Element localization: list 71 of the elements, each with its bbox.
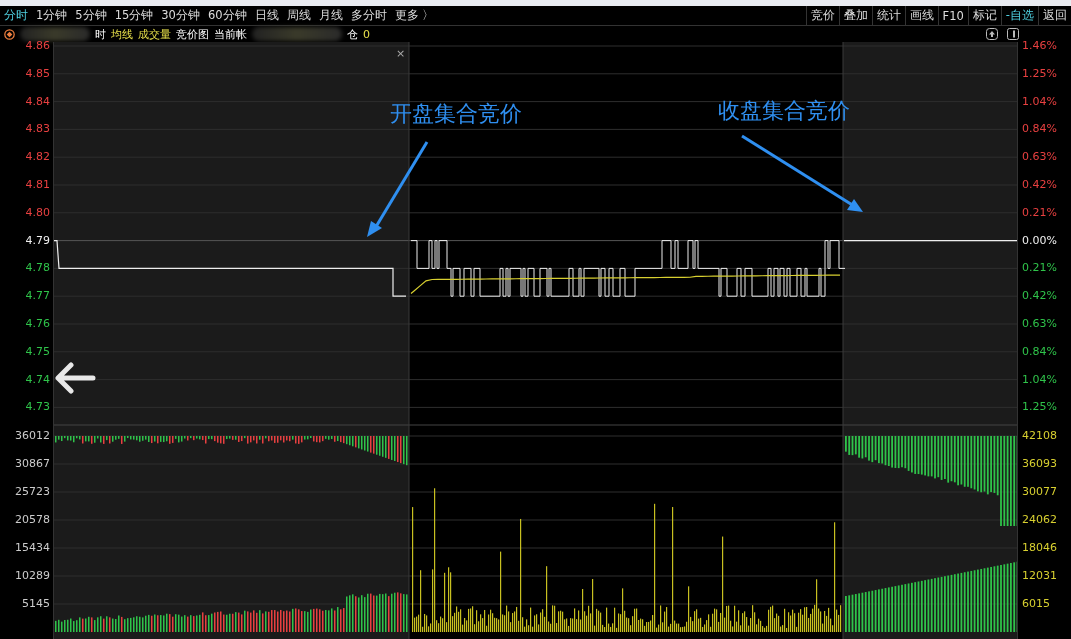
period-tab[interactable]: 1分钟 <box>32 8 72 24</box>
price-label: 4.85 <box>25 67 50 80</box>
toolbar-button[interactable]: 竞价 <box>805 5 839 26</box>
percent-label: 0.00% <box>1022 234 1057 247</box>
price-label: 4.77 <box>25 290 50 303</box>
percent-label: 0.42% <box>1022 179 1057 191</box>
period-tab[interactable]: 月线 <box>314 8 347 24</box>
period-tab[interactable]: 分时 <box>0 8 32 24</box>
price-label: 4.73 <box>25 401 50 414</box>
chart-option[interactable]: 成交量 <box>138 26 171 42</box>
percent-label: 1.04% <box>1022 373 1057 386</box>
price-label: 4.76 <box>25 318 50 330</box>
price-label: 4.81 <box>25 179 50 191</box>
volume-label: 20578 <box>15 514 50 526</box>
price-label: 4.80 <box>25 206 50 219</box>
price-label: 4.83 <box>25 123 50 136</box>
percent-label: 0.21% <box>1022 262 1057 275</box>
period-tab[interactable]: 15分钟 <box>110 8 158 24</box>
volume-label: 30867 <box>15 458 50 470</box>
close-button[interactable]: × <box>396 47 406 60</box>
toolbar-button[interactable]: 叠加 <box>838 5 872 26</box>
percent-label: 0.84% <box>1022 345 1057 358</box>
chart-option[interactable]: 时 <box>95 26 106 42</box>
volume-label: 18046 <box>1022 542 1057 554</box>
price-label: 4.86 <box>25 40 50 52</box>
annotation-text: 开盘集合竞价 <box>390 100 522 128</box>
period-tab[interactable]: 多分时 <box>346 8 391 24</box>
percent-label: 0.84% <box>1022 123 1057 136</box>
volume-label: 42108 <box>1022 430 1057 442</box>
price-label: 4.84 <box>25 95 50 108</box>
period-tab[interactable]: 30分钟 <box>157 8 204 24</box>
period-tab[interactable]: 60分钟 <box>203 8 251 24</box>
volume-label: 15434 <box>15 542 50 554</box>
chart-option[interactable]: 竞价图 <box>176 26 209 42</box>
chart-option[interactable]: 0 <box>363 27 370 41</box>
period-tab[interactable]: 日线 <box>250 8 283 24</box>
period-tab[interactable]: 周线 <box>282 8 315 24</box>
percent-label: 1.25% <box>1022 67 1057 80</box>
period-tab[interactable]: 更多 〉 <box>390 8 439 24</box>
price-label: 4.78 <box>25 262 50 275</box>
percent-label: 1.25% <box>1022 401 1057 414</box>
price-label: 4.79 <box>25 234 50 247</box>
price-label: 4.82 <box>25 151 50 164</box>
toolbar-button[interactable]: 返回 <box>1038 5 1071 26</box>
volume-label: 10289 <box>15 570 50 582</box>
chart-option[interactable]: 当前帐 <box>214 26 247 42</box>
volume-label: 6015 <box>1022 598 1050 610</box>
volume-label: 30077 <box>1022 486 1057 498</box>
toolbar-button[interactable]: F10 <box>937 5 968 26</box>
volume-label: 36093 <box>1022 458 1057 470</box>
percent-label: 0.42% <box>1022 290 1057 303</box>
toolbar-button[interactable]: -自选 <box>1000 5 1038 26</box>
toolbar-button[interactable]: 统计 <box>871 5 905 26</box>
price-label: 4.75 <box>25 345 50 358</box>
volume-label: 25723 <box>15 486 50 498</box>
chart-option[interactable]: 仓 <box>347 26 358 42</box>
volume-label: 24062 <box>1022 514 1057 526</box>
percent-label: 1.46% <box>1022 40 1057 52</box>
volume-label: 12031 <box>1022 570 1057 582</box>
percent-label: 0.21% <box>1022 206 1057 219</box>
annotation-text: 收盘集合竞价 <box>718 97 850 125</box>
toolbar-button[interactable]: 画线 <box>904 5 938 26</box>
chart-option[interactable]: 均线 <box>111 26 133 42</box>
period-tab[interactable]: 5分钟 <box>71 8 111 24</box>
price-label: 4.74 <box>25 373 50 386</box>
volume-label: 5145 <box>22 598 50 610</box>
percent-label: 0.63% <box>1022 151 1057 164</box>
percent-label: 0.63% <box>1022 318 1057 330</box>
volume-label: 36012 <box>15 430 50 442</box>
percent-label: 1.04% <box>1022 95 1057 108</box>
toolbar-button[interactable]: 标记 <box>967 5 1001 26</box>
